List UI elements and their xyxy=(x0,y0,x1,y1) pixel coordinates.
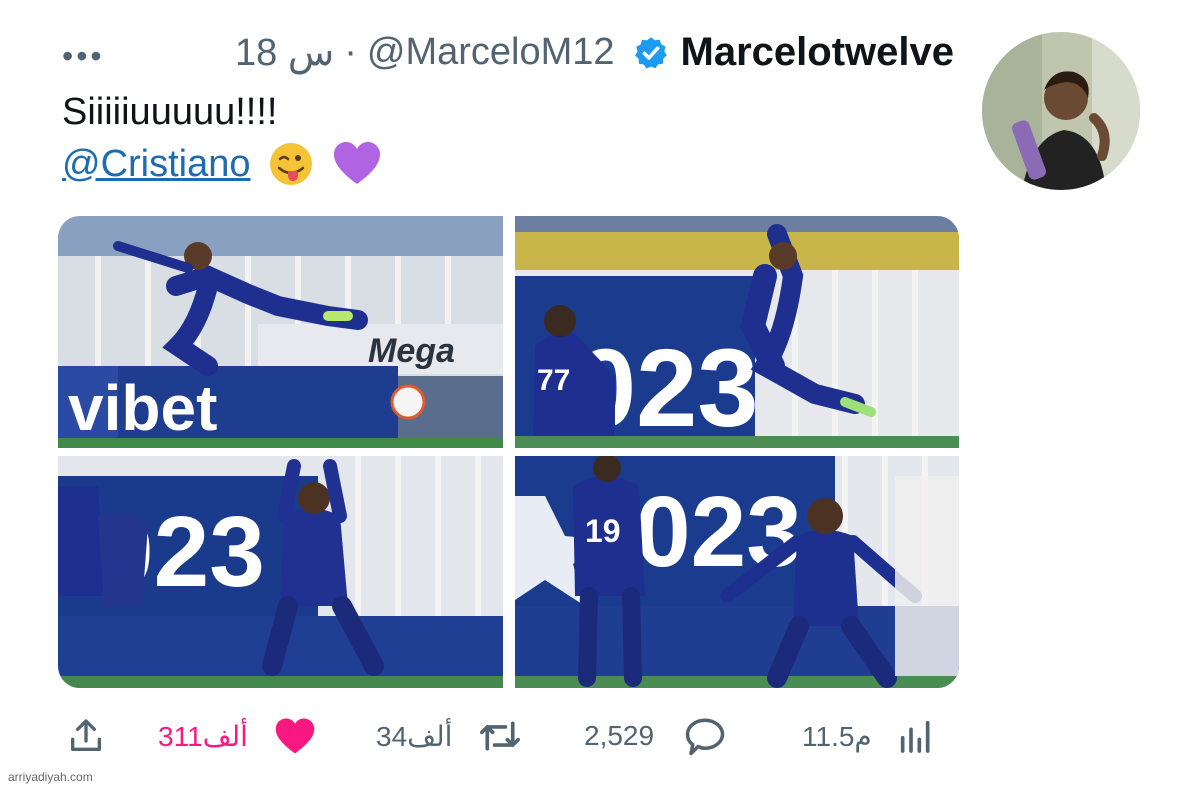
avatar-photo xyxy=(982,32,1140,190)
photo-2-jersey-number: 77 xyxy=(537,364,570,397)
photo-2-image: 023 77 xyxy=(515,216,959,448)
photo-4-board-text: 023 xyxy=(635,476,802,588)
reply-button[interactable]: 2,529 xyxy=(584,708,726,764)
share-button[interactable] xyxy=(66,708,106,764)
tweet-text: Siiiiiuuuuu!!!! xyxy=(62,91,278,133)
photo-3[interactable]: 023 xyxy=(58,456,503,688)
photo-1-board-text: vibet xyxy=(68,372,217,444)
tweet-time[interactable]: 18 س xyxy=(235,30,334,75)
media-grid: Mega vibet 023 77 023 023 19 xyxy=(58,216,959,688)
photo-3-image: 023 xyxy=(58,456,503,688)
more-options-button[interactable]: ••• xyxy=(62,40,105,72)
like-button[interactable]: 311ألف xyxy=(158,708,316,764)
mention-link[interactable]: @Cristiano xyxy=(62,143,251,186)
tweet-header: 18 س · @MarceloM12 Marcelotwelve xyxy=(235,30,954,75)
photo-1-banner-text: Mega xyxy=(368,332,455,370)
photo-1-image: Mega vibet xyxy=(58,216,503,448)
photo-2[interactable]: 023 77 xyxy=(515,216,959,448)
source-credit: arriyadiyah.com xyxy=(8,770,93,784)
photo-4[interactable]: 023 19 xyxy=(515,456,959,688)
reply-count: 2,529 xyxy=(584,720,655,751)
separator-dot: · xyxy=(344,31,357,73)
views-chart-icon xyxy=(900,720,930,753)
verified-badge-icon xyxy=(634,36,667,68)
photo-4-image: 023 19 xyxy=(515,456,959,688)
heart-icon xyxy=(275,718,315,754)
retweet-count: 34ألف xyxy=(376,720,453,752)
share-icon xyxy=(71,719,102,751)
photo-4-jersey-number: 19 xyxy=(585,513,621,549)
retweet-button[interactable]: 34ألف xyxy=(376,708,522,764)
views-button[interactable]: 11.5م xyxy=(802,708,936,764)
display-name[interactable]: Marcelotwelve xyxy=(681,30,954,75)
views-count: 11.5م xyxy=(802,720,872,752)
winking-tongue-emoji-icon xyxy=(269,143,312,185)
user-handle[interactable]: @MarceloM12 xyxy=(367,31,615,74)
comment-icon xyxy=(685,718,725,756)
like-count: 311ألف xyxy=(158,720,248,752)
retweet-icon xyxy=(480,721,521,751)
mention-line: @Cristiano xyxy=(62,140,383,188)
photo-1[interactable]: Mega vibet xyxy=(58,216,503,448)
avatar[interactable] xyxy=(982,32,1140,190)
tweet-actions: 311ألف 34ألف 2,529 11.5م xyxy=(58,708,958,764)
purple-heart-icon xyxy=(333,142,380,184)
